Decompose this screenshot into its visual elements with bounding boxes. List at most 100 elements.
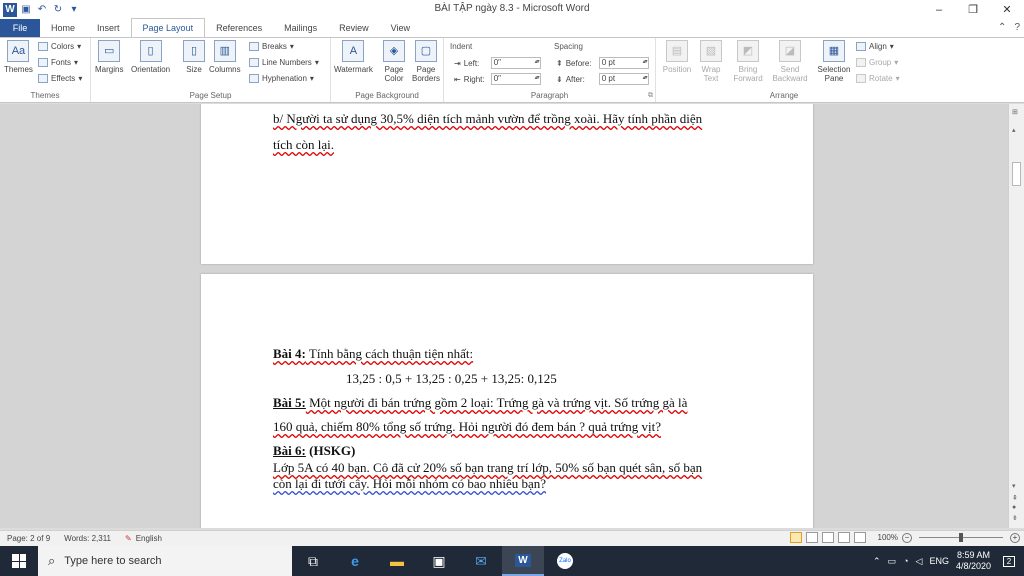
selection-pane-button[interactable]: ▦ Selection Pane <box>814 40 854 83</box>
undo-icon[interactable]: ↶ <box>35 3 49 17</box>
input-language[interactable]: ENG <box>929 556 949 566</box>
page-borders-button[interactable]: ▢ Page Borders <box>411 40 441 83</box>
indent-left-input[interactable]: 0" <box>490 57 541 69</box>
browse-object-icon[interactable]: ● <box>1012 504 1016 511</box>
tab-home[interactable]: Home <box>40 19 86 37</box>
zoom-slider-knob[interactable] <box>959 533 963 542</box>
volume-icon[interactable]: ◁ <box>916 556 923 567</box>
word-taskbar-icon[interactable]: W <box>502 546 544 576</box>
show-hidden-icons-icon[interactable]: ⌃ <box>873 556 881 567</box>
themes-group-label: Themes <box>30 91 60 100</box>
orientation-button[interactable]: ▯ Orientation <box>131 40 170 74</box>
tab-mailings[interactable]: Mailings <box>273 19 328 37</box>
colors-button[interactable]: Colors ▾ <box>38 42 81 51</box>
clock[interactable]: 8:59 AM 4/8/2020 <box>956 550 991 572</box>
scroll-down-icon[interactable]: ▾ <box>1012 482 1016 490</box>
word-count[interactable]: Words: 2,311 <box>57 534 118 543</box>
language-indicator[interactable]: ✎ English <box>118 534 169 543</box>
columns-button[interactable]: ▥ Columns <box>209 40 241 74</box>
web-layout-view-button[interactable] <box>821 532 834 543</box>
tab-page-layout[interactable]: Page Layout <box>130 18 206 37</box>
bai6-line: Bài 6: (HSKG) <box>273 443 356 458</box>
page-1[interactable]: b/ Người ta sử dụng 30,5% diện tích mảnh… <box>201 104 813 264</box>
columns-icon: ▥ <box>213 40 236 62</box>
size-button[interactable]: ▯ Size <box>183 40 205 74</box>
notifications-icon[interactable]: 2 <box>998 550 1020 572</box>
indent-right-input[interactable]: 0" <box>490 73 541 85</box>
zoom-out-button[interactable]: − <box>902 532 912 543</box>
indent-title: Indent <box>450 42 473 51</box>
wrap-text-button[interactable]: ▧ Wrap Text <box>698 40 724 83</box>
page-2[interactable]: Bài 4: Tính bằng cách thuận tiện nhất: 1… <box>201 274 813 528</box>
store-icon[interactable]: ▣ <box>418 546 460 576</box>
tab-view[interactable]: View <box>380 19 421 37</box>
document-area[interactable]: b/ Người ta sử dụng 30,5% diện tích mảnh… <box>0 104 1008 528</box>
selection-pane-icon: ▦ <box>823 40 845 62</box>
scroll-up-icon[interactable]: ▴ <box>1012 126 1016 134</box>
bring-forward-button[interactable]: ◩ Bring Forward <box>730 40 766 83</box>
full-screen-reading-view-button[interactable] <box>805 532 818 543</box>
taskbar-search-box[interactable]: ⌕ Type here to search <box>38 546 292 576</box>
effects-button[interactable]: Effects ▾ <box>38 74 82 83</box>
page-color-button[interactable]: ◈ Page Color <box>381 40 407 83</box>
position-button[interactable]: ▤ Position <box>660 40 694 74</box>
quick-access-toolbar: W ▣ ↶ ↻ ▾ <box>0 0 81 19</box>
watermark-button[interactable]: A Watermark <box>334 40 373 74</box>
spacing-after-input[interactable]: 0 pt <box>598 73 649 85</box>
breaks-icon <box>249 42 259 51</box>
windows-taskbar: ⌕ Type here to search ⧉ e ▬ ▣ ✉ W Zalo ⌃… <box>0 546 1024 576</box>
print-layout-view-button[interactable] <box>789 532 802 543</box>
ruler-toggle-icon[interactable]: ⊞ <box>1012 108 1018 116</box>
bai4-expression: 13,25 : 0,5 + 13,25 : 0,25 + 13,25: 0,12… <box>346 371 557 386</box>
indent-left-field: ⇥ Left: 0" <box>454 57 541 69</box>
start-button[interactable] <box>0 546 38 576</box>
rotate-button[interactable]: Rotate ▾ <box>856 74 900 83</box>
hyphenation-button[interactable]: Hyphenation ▾ <box>249 74 314 83</box>
outline-view-button[interactable] <box>837 532 850 543</box>
scroll-thumb[interactable] <box>1012 162 1021 186</box>
vertical-scrollbar[interactable]: ⊞ ▴ ▾ ⇞ ● ⇟ <box>1008 104 1024 528</box>
page-background-group: A Watermark ◈ Page Color ▢ Page Borders Pag… <box>331 38 444 102</box>
page-count[interactable]: Page: 2 of 9 <box>0 534 57 543</box>
wifi-icon[interactable]: ◔ <box>903 556 908 566</box>
zoom-in-button[interactable]: + <box>1010 532 1020 543</box>
help-icon[interactable]: ? <box>1014 22 1020 33</box>
word-app-icon[interactable]: W <box>3 2 17 17</box>
breaks-button[interactable]: Breaks ▾ <box>249 42 294 51</box>
indent-left-icon: ⇥ <box>454 58 461 68</box>
search-icon: ⌕ <box>48 553 56 568</box>
tab-references[interactable]: References <box>205 19 273 37</box>
close-button[interactable]: ✕ <box>990 0 1024 19</box>
minimize-button[interactable]: – <box>922 0 956 19</box>
restore-button[interactable]: ❐ <box>956 0 990 19</box>
align-button[interactable]: Align ▾ <box>856 42 894 51</box>
align-icon <box>856 42 866 51</box>
battery-icon[interactable]: ▭ <box>888 556 897 567</box>
tab-review[interactable]: Review <box>328 19 380 37</box>
redo-icon[interactable]: ↻ <box>51 3 65 17</box>
save-icon[interactable]: ▣ <box>19 3 33 17</box>
line-numbers-button[interactable]: Line Numbers ▾ <box>249 58 319 67</box>
spacing-title: Spacing <box>554 42 583 51</box>
zoom-level[interactable]: 100% <box>878 533 898 542</box>
spacing-before-input[interactable]: 0 pt <box>598 57 649 69</box>
indent-right-field: ⇤ Right: 0" <box>454 73 541 85</box>
tab-file[interactable]: File <box>0 19 40 37</box>
draft-view-button[interactable] <box>853 532 866 543</box>
zoom-slider[interactable] <box>919 533 1003 542</box>
fonts-button[interactable]: Fonts ▾ <box>38 58 78 67</box>
edge-icon[interactable]: e <box>334 546 376 576</box>
file-explorer-icon[interactable]: ▬ <box>376 546 418 576</box>
mail-icon[interactable]: ✉ <box>460 546 502 576</box>
tab-insert[interactable]: Insert <box>86 19 131 37</box>
customize-qat-icon[interactable]: ▾ <box>67 3 81 17</box>
send-backward-button[interactable]: ◪ Send Backward <box>770 40 810 83</box>
group-button[interactable]: Group ▾ <box>856 58 898 67</box>
zalo-icon[interactable]: Zalo <box>544 546 586 576</box>
next-page-icon[interactable]: ⇟ <box>1012 514 1018 522</box>
previous-page-icon[interactable]: ⇞ <box>1012 494 1018 502</box>
margins-button[interactable]: ▭ Margins <box>95 40 123 74</box>
collapse-ribbon-icon[interactable]: ⌃ <box>998 22 1006 33</box>
task-view-icon[interactable]: ⧉ <box>292 546 334 576</box>
themes-button[interactable]: Aa Themes <box>4 40 33 74</box>
